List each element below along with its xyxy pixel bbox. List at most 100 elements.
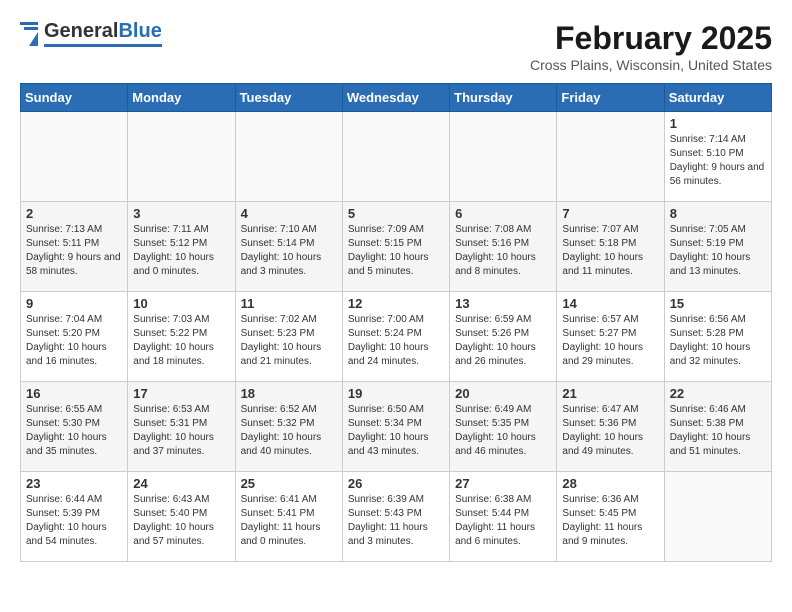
day-info: Sunrise: 6:56 AM Sunset: 5:28 PM Dayligh… bbox=[670, 313, 766, 369]
calendar-header-tuesday: Tuesday bbox=[235, 84, 342, 112]
calendar-day-cell: 5 Sunrise: 7:09 AM Sunset: 5:15 PM Daylig… bbox=[342, 202, 449, 292]
calendar-day-cell: 8Sunrise: 7:05 AM Sunset: 5:19 PM Daylig… bbox=[664, 202, 771, 292]
calendar-day-cell: 10 Sunrise: 7:03 AM Sunset: 5:22 PM Dayli… bbox=[128, 292, 235, 382]
day-number: 9 bbox=[26, 296, 122, 311]
logo-blue: Blue bbox=[118, 20, 161, 42]
title-section: February 2025 Cross Plains, Wisconsin, U… bbox=[530, 20, 772, 73]
calendar-week-row: 1 Sunrise: 7:14 AM Sunset: 5:10 PM Daylig… bbox=[21, 112, 772, 202]
day-info: Sunrise: 7:02 AM Sunset: 5:23 PM Dayligh… bbox=[241, 313, 337, 369]
day-info: Sunrise: 6:52 AM Sunset: 5:32 PM Dayligh… bbox=[241, 403, 337, 459]
calendar-table: SundayMondayTuesdayWednesdayThursdayFrid… bbox=[20, 83, 772, 562]
calendar-header-friday: Friday bbox=[557, 84, 664, 112]
calendar-day-cell: 26 Sunrise: 6:39 AM Sunset: 5:43 PM Dayli… bbox=[342, 472, 449, 562]
day-info: Sunrise: 6:59 AM Sunset: 5:26 PM Dayligh… bbox=[455, 313, 551, 369]
day-number: 20 bbox=[455, 386, 551, 401]
day-info: Sunrise: 6:41 AM Sunset: 5:41 PM Dayligh… bbox=[241, 493, 337, 549]
calendar-week-row: 23 Sunrise: 6:44 AM Sunset: 5:39 PM Dayli… bbox=[21, 472, 772, 562]
calendar-header-thursday: Thursday bbox=[450, 84, 557, 112]
calendar-day-cell bbox=[342, 112, 449, 202]
calendar-day-cell: 3 Sunrise: 7:11 AM Sunset: 5:12 PM Daylig… bbox=[128, 202, 235, 292]
day-number: 5 bbox=[348, 206, 444, 221]
day-number: 28 bbox=[562, 476, 658, 491]
calendar-week-row: 2 Sunrise: 7:13 AM Sunset: 5:11 PM Daylig… bbox=[21, 202, 772, 292]
day-number: 22 bbox=[670, 386, 766, 401]
day-info: Sunrise: 6:38 AM Sunset: 5:44 PM Dayligh… bbox=[455, 493, 551, 549]
calendar-header-sunday: Sunday bbox=[21, 84, 128, 112]
day-number: 19 bbox=[348, 386, 444, 401]
day-number: 14 bbox=[562, 296, 658, 311]
day-info: Sunrise: 6:49 AM Sunset: 5:35 PM Dayligh… bbox=[455, 403, 551, 459]
calendar-day-cell: 28 Sunrise: 6:36 AM Sunset: 5:45 PM Dayli… bbox=[557, 472, 664, 562]
day-number: 27 bbox=[455, 476, 551, 491]
calendar-day-cell: 18 Sunrise: 6:52 AM Sunset: 5:32 PM Dayli… bbox=[235, 382, 342, 472]
day-info: Sunrise: 6:39 AM Sunset: 5:43 PM Dayligh… bbox=[348, 493, 444, 549]
day-number: 18 bbox=[241, 386, 337, 401]
calendar-header-wednesday: Wednesday bbox=[342, 84, 449, 112]
day-info: Sunrise: 7:09 AM Sunset: 5:15 PM Dayligh… bbox=[348, 223, 444, 279]
calendar-day-cell: 14 Sunrise: 6:57 AM Sunset: 5:27 PM Dayli… bbox=[557, 292, 664, 382]
day-number: 15 bbox=[670, 296, 766, 311]
day-info: Sunrise: 7:04 AM Sunset: 5:20 PM Dayligh… bbox=[26, 313, 122, 369]
day-number: 26 bbox=[348, 476, 444, 491]
calendar-day-cell: 13 Sunrise: 6:59 AM Sunset: 5:26 PM Dayli… bbox=[450, 292, 557, 382]
calendar-day-cell: 15 Sunrise: 6:56 AM Sunset: 5:28 PM Dayli… bbox=[664, 292, 771, 382]
calendar-day-cell: 17 Sunrise: 6:53 AM Sunset: 5:31 PM Dayli… bbox=[128, 382, 235, 472]
day-info: Sunrise: 7:10 AM Sunset: 5:14 PM Dayligh… bbox=[241, 223, 337, 279]
logo-general: General bbox=[44, 20, 118, 42]
month-title: February 2025 bbox=[530, 20, 772, 57]
day-number: 23 bbox=[26, 476, 122, 491]
calendar-day-cell: 20 Sunrise: 6:49 AM Sunset: 5:35 PM Dayli… bbox=[450, 382, 557, 472]
day-number: 3 bbox=[133, 206, 229, 221]
day-info: Sunrise: 6:47 AM Sunset: 5:36 PM Dayligh… bbox=[562, 403, 658, 459]
calendar-day-cell: 11Sunrise: 7:02 AM Sunset: 5:23 PM Dayli… bbox=[235, 292, 342, 382]
day-number: 7 bbox=[562, 206, 658, 221]
calendar-day-cell: 27 Sunrise: 6:38 AM Sunset: 5:44 PM Dayli… bbox=[450, 472, 557, 562]
day-info: Sunrise: 6:46 AM Sunset: 5:38 PM Dayligh… bbox=[670, 403, 766, 459]
day-info: Sunrise: 7:08 AM Sunset: 5:16 PM Dayligh… bbox=[455, 223, 551, 279]
day-info: Sunrise: 7:07 AM Sunset: 5:18 PM Dayligh… bbox=[562, 223, 658, 279]
day-number: 2 bbox=[26, 206, 122, 221]
calendar-week-row: 9 Sunrise: 7:04 AM Sunset: 5:20 PM Daylig… bbox=[21, 292, 772, 382]
calendar-day-cell bbox=[128, 112, 235, 202]
day-info: Sunrise: 7:00 AM Sunset: 5:24 PM Dayligh… bbox=[348, 313, 444, 369]
calendar-day-cell: 24 Sunrise: 6:43 AM Sunset: 5:40 PM Dayli… bbox=[128, 472, 235, 562]
day-info: Sunrise: 7:14 AM Sunset: 5:10 PM Dayligh… bbox=[670, 133, 766, 189]
day-number: 13 bbox=[455, 296, 551, 311]
day-number: 17 bbox=[133, 386, 229, 401]
logo: GeneralBlue bbox=[20, 20, 162, 47]
calendar-day-cell: 2 Sunrise: 7:13 AM Sunset: 5:11 PM Daylig… bbox=[21, 202, 128, 292]
day-number: 24 bbox=[133, 476, 229, 491]
day-number: 6 bbox=[455, 206, 551, 221]
day-info: Sunrise: 7:11 AM Sunset: 5:12 PM Dayligh… bbox=[133, 223, 229, 279]
calendar-day-cell: 4 Sunrise: 7:10 AM Sunset: 5:14 PM Daylig… bbox=[235, 202, 342, 292]
day-info: Sunrise: 7:05 AM Sunset: 5:19 PM Dayligh… bbox=[670, 223, 766, 279]
day-info: Sunrise: 6:57 AM Sunset: 5:27 PM Dayligh… bbox=[562, 313, 658, 369]
calendar-day-cell: 21 Sunrise: 6:47 AM Sunset: 5:36 PM Dayli… bbox=[557, 382, 664, 472]
day-info: Sunrise: 7:03 AM Sunset: 5:22 PM Dayligh… bbox=[133, 313, 229, 369]
day-info: Sunrise: 6:36 AM Sunset: 5:45 PM Dayligh… bbox=[562, 493, 658, 549]
day-info: Sunrise: 6:43 AM Sunset: 5:40 PM Dayligh… bbox=[133, 493, 229, 549]
day-number: 1 bbox=[670, 116, 766, 131]
day-info: Sunrise: 6:53 AM Sunset: 5:31 PM Dayligh… bbox=[133, 403, 229, 459]
day-info: Sunrise: 6:55 AM Sunset: 5:30 PM Dayligh… bbox=[26, 403, 122, 459]
day-number: 25 bbox=[241, 476, 337, 491]
page-header: GeneralBlue February 2025 Cross Plains, … bbox=[20, 20, 772, 73]
calendar-day-cell bbox=[235, 112, 342, 202]
calendar-day-cell: 6 Sunrise: 7:08 AM Sunset: 5:16 PM Daylig… bbox=[450, 202, 557, 292]
day-number: 10 bbox=[133, 296, 229, 311]
calendar-header-row: SundayMondayTuesdayWednesdayThursdayFrid… bbox=[21, 84, 772, 112]
calendar-day-cell: 9 Sunrise: 7:04 AM Sunset: 5:20 PM Daylig… bbox=[21, 292, 128, 382]
day-info: Sunrise: 7:13 AM Sunset: 5:11 PM Dayligh… bbox=[26, 223, 122, 279]
calendar-header-saturday: Saturday bbox=[664, 84, 771, 112]
day-number: 12 bbox=[348, 296, 444, 311]
day-number: 16 bbox=[26, 386, 122, 401]
calendar-day-cell: 1 Sunrise: 7:14 AM Sunset: 5:10 PM Daylig… bbox=[664, 112, 771, 202]
calendar-week-row: 16 Sunrise: 6:55 AM Sunset: 5:30 PM Dayli… bbox=[21, 382, 772, 472]
calendar-day-cell: 22 Sunrise: 6:46 AM Sunset: 5:38 PM Dayli… bbox=[664, 382, 771, 472]
calendar-day-cell bbox=[450, 112, 557, 202]
logo-icon bbox=[20, 22, 38, 46]
day-number: 21 bbox=[562, 386, 658, 401]
day-info: Sunrise: 6:44 AM Sunset: 5:39 PM Dayligh… bbox=[26, 493, 122, 549]
calendar-day-cell bbox=[664, 472, 771, 562]
day-number: 4 bbox=[241, 206, 337, 221]
